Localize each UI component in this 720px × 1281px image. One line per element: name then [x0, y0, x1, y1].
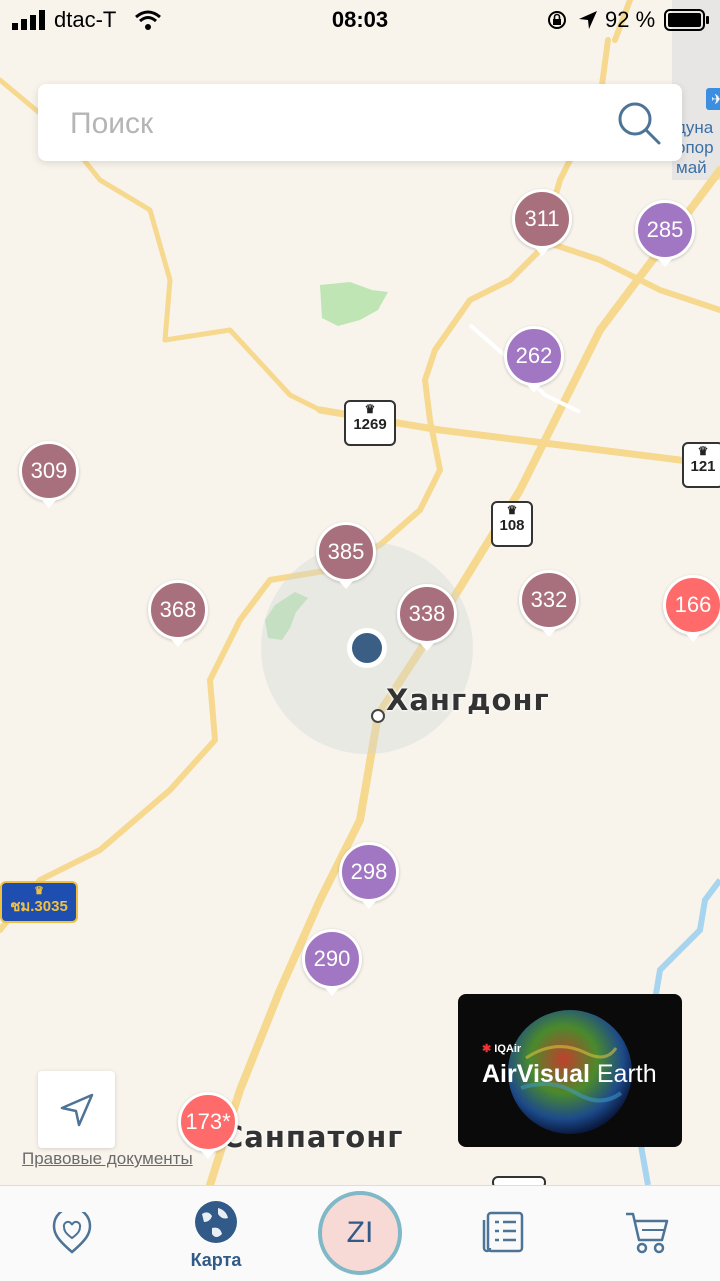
road-sign: ♛ 1269 — [344, 400, 396, 446]
place-label-sanpatong: Санпатонг — [222, 1120, 404, 1154]
aqi-station-pin[interactable]: 368 — [148, 580, 208, 647]
airport-label: дуна опор май — [676, 118, 714, 177]
tab-map[interactable]: Карта — [156, 1186, 276, 1281]
navigation-arrow-icon — [60, 1093, 94, 1127]
aqi-station-pin[interactable]: 309 — [19, 441, 79, 508]
aqi-station-pin[interactable]: 298 — [339, 842, 399, 909]
airvisual-earth-banner[interactable]: ✱ IQAir AirVisual Earth — [458, 994, 682, 1147]
iqair-brand: ✱ IQAir — [482, 1043, 522, 1055]
town-dot — [371, 709, 385, 723]
road-sign: ♛ 108 — [491, 501, 533, 547]
aqi-station-pin[interactable]: 332 — [519, 570, 579, 637]
news-list-icon — [482, 1211, 524, 1253]
globe-icon — [195, 1201, 237, 1243]
banner-title: AirVisual Earth — [482, 1060, 657, 1088]
aqi-station-pin[interactable]: 166 — [663, 575, 720, 642]
aqi-station-pin[interactable]: 311 — [512, 189, 572, 256]
tab-favorites[interactable] — [12, 1186, 132, 1281]
airport-icon: ✈ — [706, 88, 720, 110]
tab-rankings[interactable] — [444, 1186, 564, 1281]
road-sign: ♛ ชม.3035 — [0, 881, 78, 923]
road-sign: ♛ 121 — [682, 442, 720, 488]
place-label-hangdong: Хангдонг — [386, 683, 550, 717]
tab-shop[interactable] — [586, 1186, 706, 1281]
search-icon[interactable] — [616, 100, 662, 146]
profile-initials: ZI — [346, 1216, 374, 1249]
aqi-station-pin[interactable]: 285 — [635, 200, 695, 267]
search-bar[interactable] — [38, 84, 682, 163]
status-bar: dtac-T 08:03 92 % — [0, 0, 720, 40]
aqi-station-pin[interactable]: 173* — [178, 1092, 238, 1159]
tab-map-label: Карта — [190, 1250, 242, 1270]
search-input[interactable] — [68, 84, 612, 163]
aqi-station-pin[interactable]: 385 — [316, 522, 376, 589]
battery-icon — [664, 9, 709, 31]
battery-percent: 92 % — [605, 7, 656, 32]
heart-location-icon — [52, 1212, 92, 1254]
aqi-station-pin[interactable]: 262 — [504, 326, 564, 393]
aqi-station-pin[interactable]: 290 — [302, 929, 362, 996]
legal-documents-link[interactable]: Правовые документы — [22, 1149, 193, 1169]
locate-me-button[interactable] — [38, 1071, 115, 1148]
cart-icon — [626, 1212, 669, 1254]
profile-avatar[interactable]: ZI — [318, 1191, 402, 1275]
aqi-station-pin[interactable]: 338 — [397, 584, 457, 651]
rotation-lock-icon — [548, 11, 566, 29]
location-arrow-icon — [579, 11, 597, 29]
